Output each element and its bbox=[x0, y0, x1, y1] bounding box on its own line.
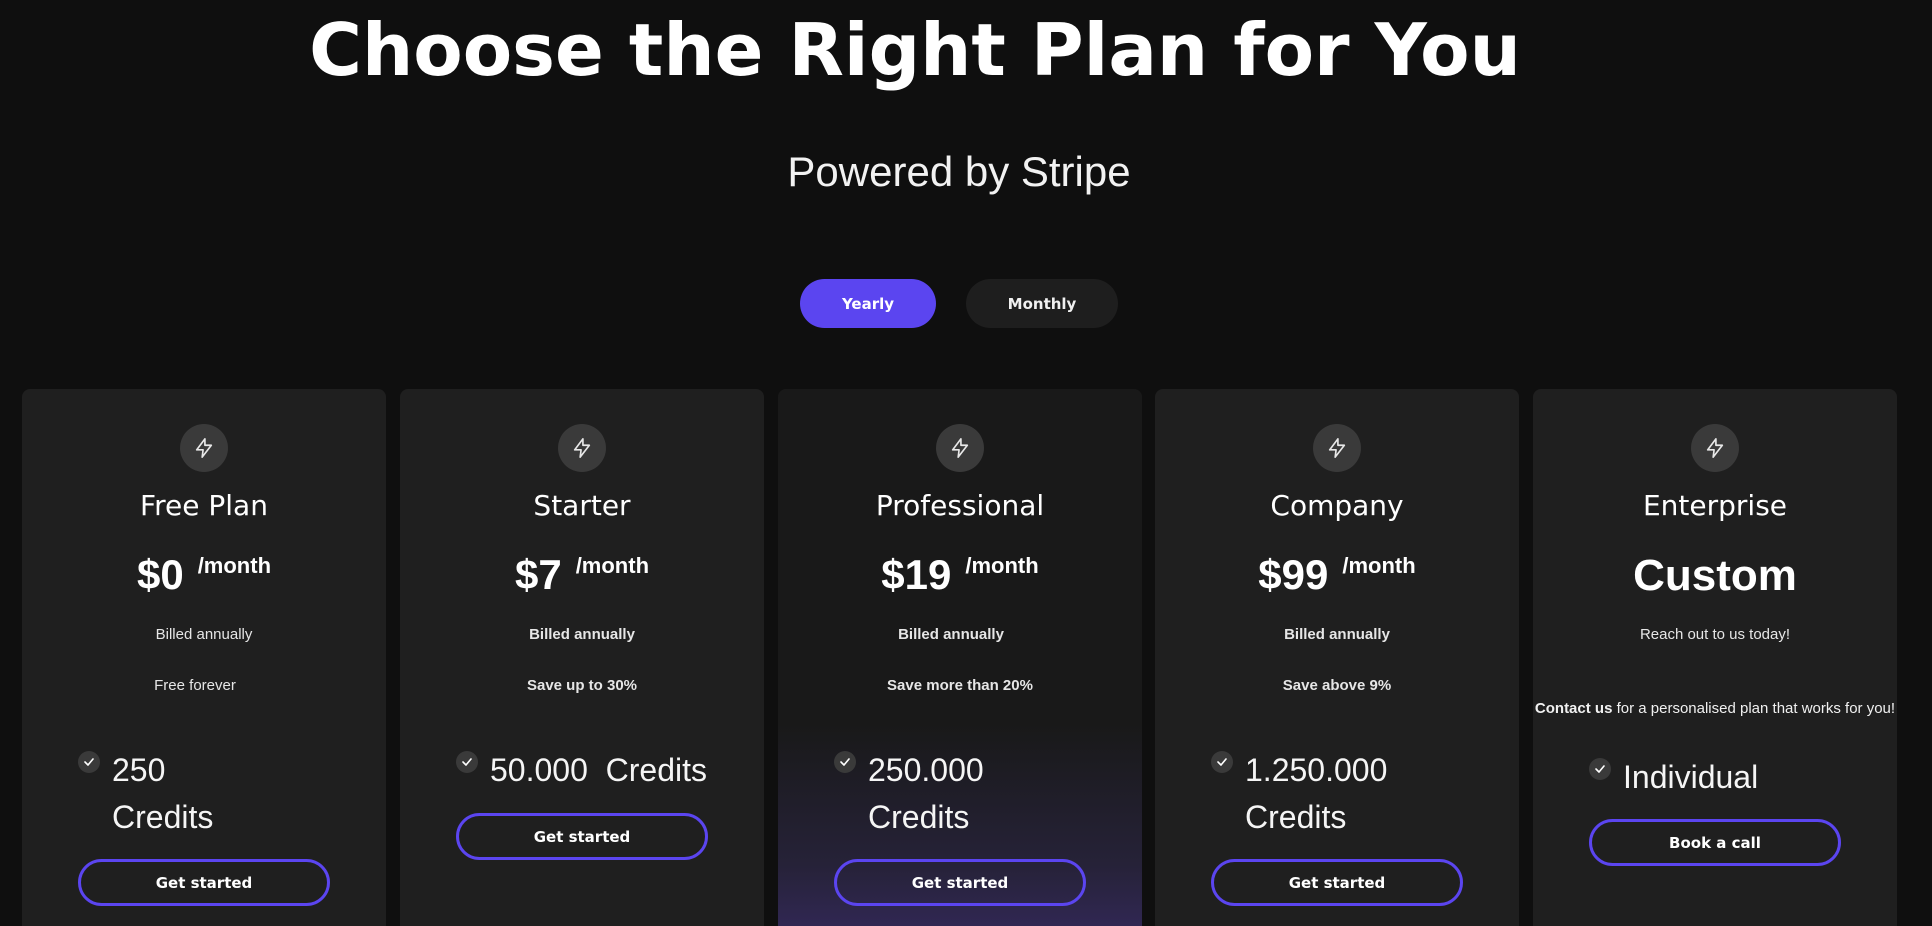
get-started-button[interactable]: Get started bbox=[456, 813, 708, 860]
price-period: /month bbox=[1342, 553, 1416, 578]
feature-text: Individual bbox=[1623, 759, 1759, 795]
plan-price: $0 bbox=[136, 551, 184, 598]
feature-text: 1.250.000 Credits bbox=[1245, 752, 1388, 835]
contact-note: Contact us for a personalised plan that … bbox=[1533, 698, 1897, 719]
lightning-icon bbox=[558, 424, 606, 472]
price-period: /month bbox=[197, 553, 272, 578]
lightning-icon bbox=[1691, 424, 1739, 472]
plan-card-starter: Starter $7 /month Billed annually Save u… bbox=[400, 389, 764, 926]
feature-item: 250.000 Credits bbox=[834, 747, 984, 841]
billing-note: Billed annually bbox=[1284, 626, 1390, 643]
feature-item: 50.000 Credits bbox=[456, 747, 707, 794]
plan-note: Save above 9% bbox=[1282, 677, 1392, 694]
feature-item: Individual bbox=[1589, 754, 1758, 801]
check-icon bbox=[834, 751, 856, 773]
check-icon bbox=[1589, 758, 1611, 780]
plan-card-professional: Professional $19 /month Billed annually … bbox=[778, 389, 1142, 926]
plan-name: Free Plan bbox=[140, 489, 268, 522]
feature-text: 50.000 Credits bbox=[490, 752, 708, 788]
check-icon bbox=[456, 751, 478, 773]
plan-card-company: Company $99 /month Billed annually Save … bbox=[1155, 389, 1519, 926]
check-icon bbox=[1211, 751, 1233, 773]
billing-note: Billed annually bbox=[155, 626, 253, 643]
lightning-icon bbox=[1313, 424, 1361, 472]
plan-card-enterprise: Enterprise Custom Reach out to us today!… bbox=[1533, 389, 1897, 926]
plan-note: Free forever bbox=[154, 677, 236, 694]
price-row: $0 /month bbox=[22, 551, 386, 599]
page-title: Choose the Right Plan for You bbox=[309, 8, 1521, 92]
monthly-toggle-button[interactable]: Monthly bbox=[966, 279, 1118, 328]
get-started-button[interactable]: Get started bbox=[1211, 859, 1463, 906]
price-row: $19 /month bbox=[778, 551, 1142, 599]
plan-price: Custom bbox=[1633, 551, 1797, 600]
plan-note: Save up to 30% bbox=[526, 677, 638, 694]
plan-price: $7 bbox=[514, 551, 562, 598]
contact-rest-text: for a personalised plan that works for y… bbox=[1612, 700, 1896, 717]
billing-note: Billed annually bbox=[529, 626, 635, 643]
billing-note: Reach out to us today! bbox=[1639, 626, 1791, 643]
price-row: $7 /month bbox=[400, 551, 764, 599]
contact-us-text: Contact us bbox=[1534, 700, 1613, 717]
lightning-icon bbox=[936, 424, 984, 472]
check-icon bbox=[78, 751, 100, 773]
book-a-call-button[interactable]: Book a call bbox=[1589, 819, 1841, 866]
price-period: /month bbox=[575, 553, 650, 578]
page-subtitle: Powered by Stripe bbox=[787, 148, 1131, 195]
plan-name: Company bbox=[1270, 489, 1404, 522]
feature-item: 1.250.000 Credits bbox=[1211, 747, 1387, 841]
price-period: /month bbox=[965, 553, 1039, 578]
yearly-toggle-button[interactable]: Yearly bbox=[800, 279, 936, 328]
billing-note: Billed annually bbox=[898, 626, 1004, 643]
feature-text: 250.000 Credits bbox=[868, 752, 984, 835]
get-started-button[interactable]: Get started bbox=[834, 859, 1086, 906]
plan-name: Enterprise bbox=[1642, 489, 1788, 522]
feature-item: 250 Credits bbox=[78, 747, 213, 841]
lightning-icon bbox=[180, 424, 228, 472]
plan-price: $99 bbox=[1258, 551, 1329, 598]
plan-card-free: Free Plan $0 /month Billed annually Free… bbox=[22, 389, 386, 926]
plan-note: Save more than 20% bbox=[887, 677, 1033, 694]
plan-name: Professional bbox=[875, 489, 1045, 522]
price-row: $99 /month bbox=[1155, 551, 1519, 599]
get-started-button[interactable]: Get started bbox=[78, 859, 330, 906]
pricing-page: Choose the Right Plan for You Powered by… bbox=[0, 0, 1932, 926]
plan-price: $19 bbox=[881, 551, 952, 598]
plan-name: Starter bbox=[533, 489, 631, 522]
feature-text: 250 Credits bbox=[112, 752, 214, 835]
